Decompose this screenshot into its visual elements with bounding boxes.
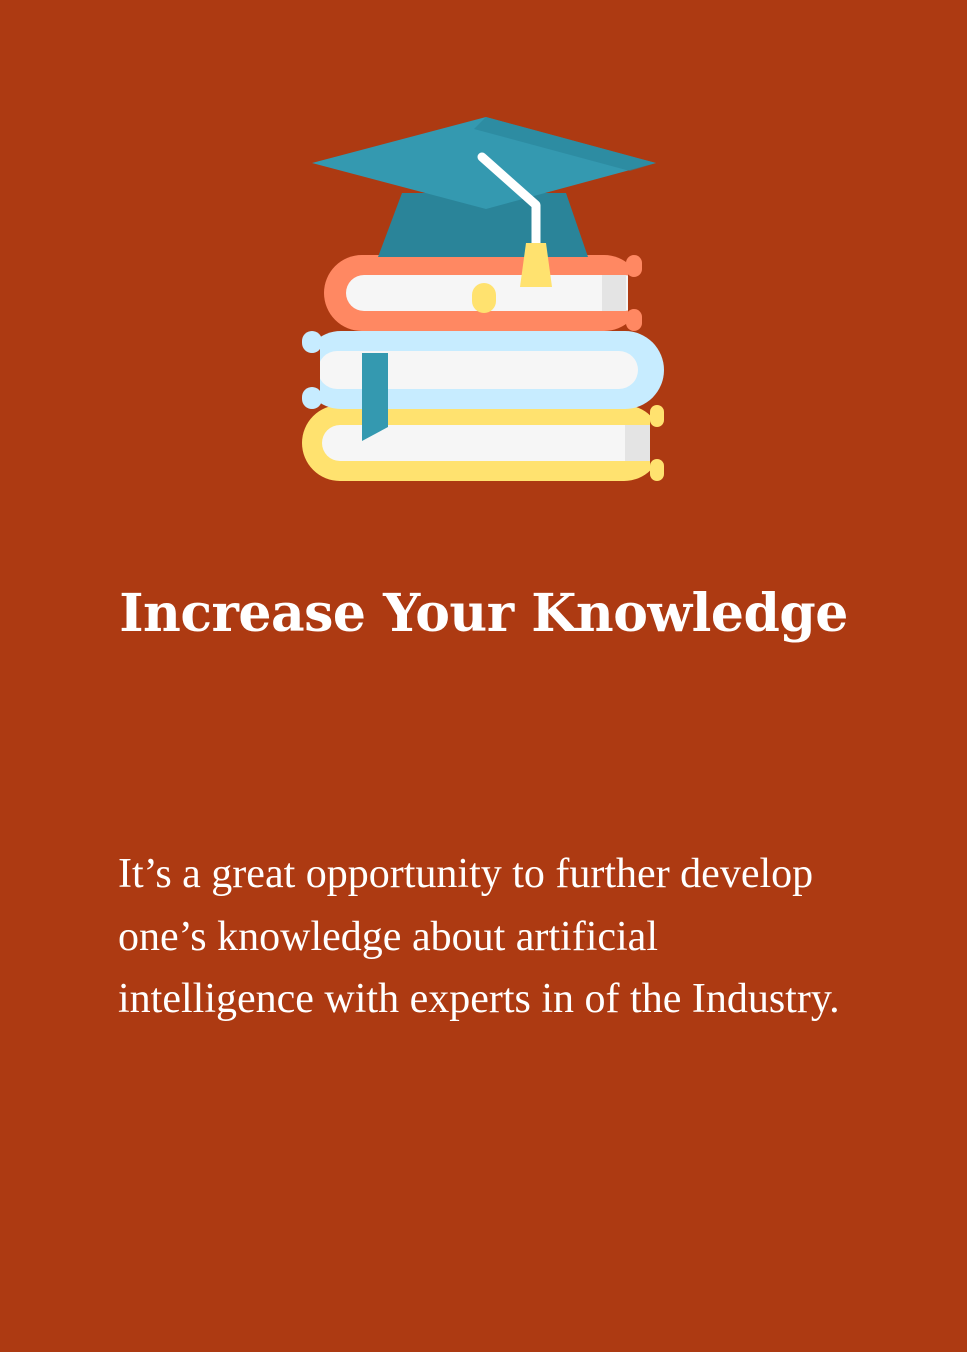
info-card: Increase Your Knowledge It’s a great opp… <box>0 0 967 1352</box>
card-title: Increase Your Knowledge <box>119 583 848 644</box>
card-description: It’s a great opportunity to further deve… <box>118 851 840 1022</box>
yellow-book-icon <box>302 405 668 481</box>
orange-book-icon <box>324 255 648 331</box>
graduation-cap-on-books-icon <box>290 105 680 495</box>
